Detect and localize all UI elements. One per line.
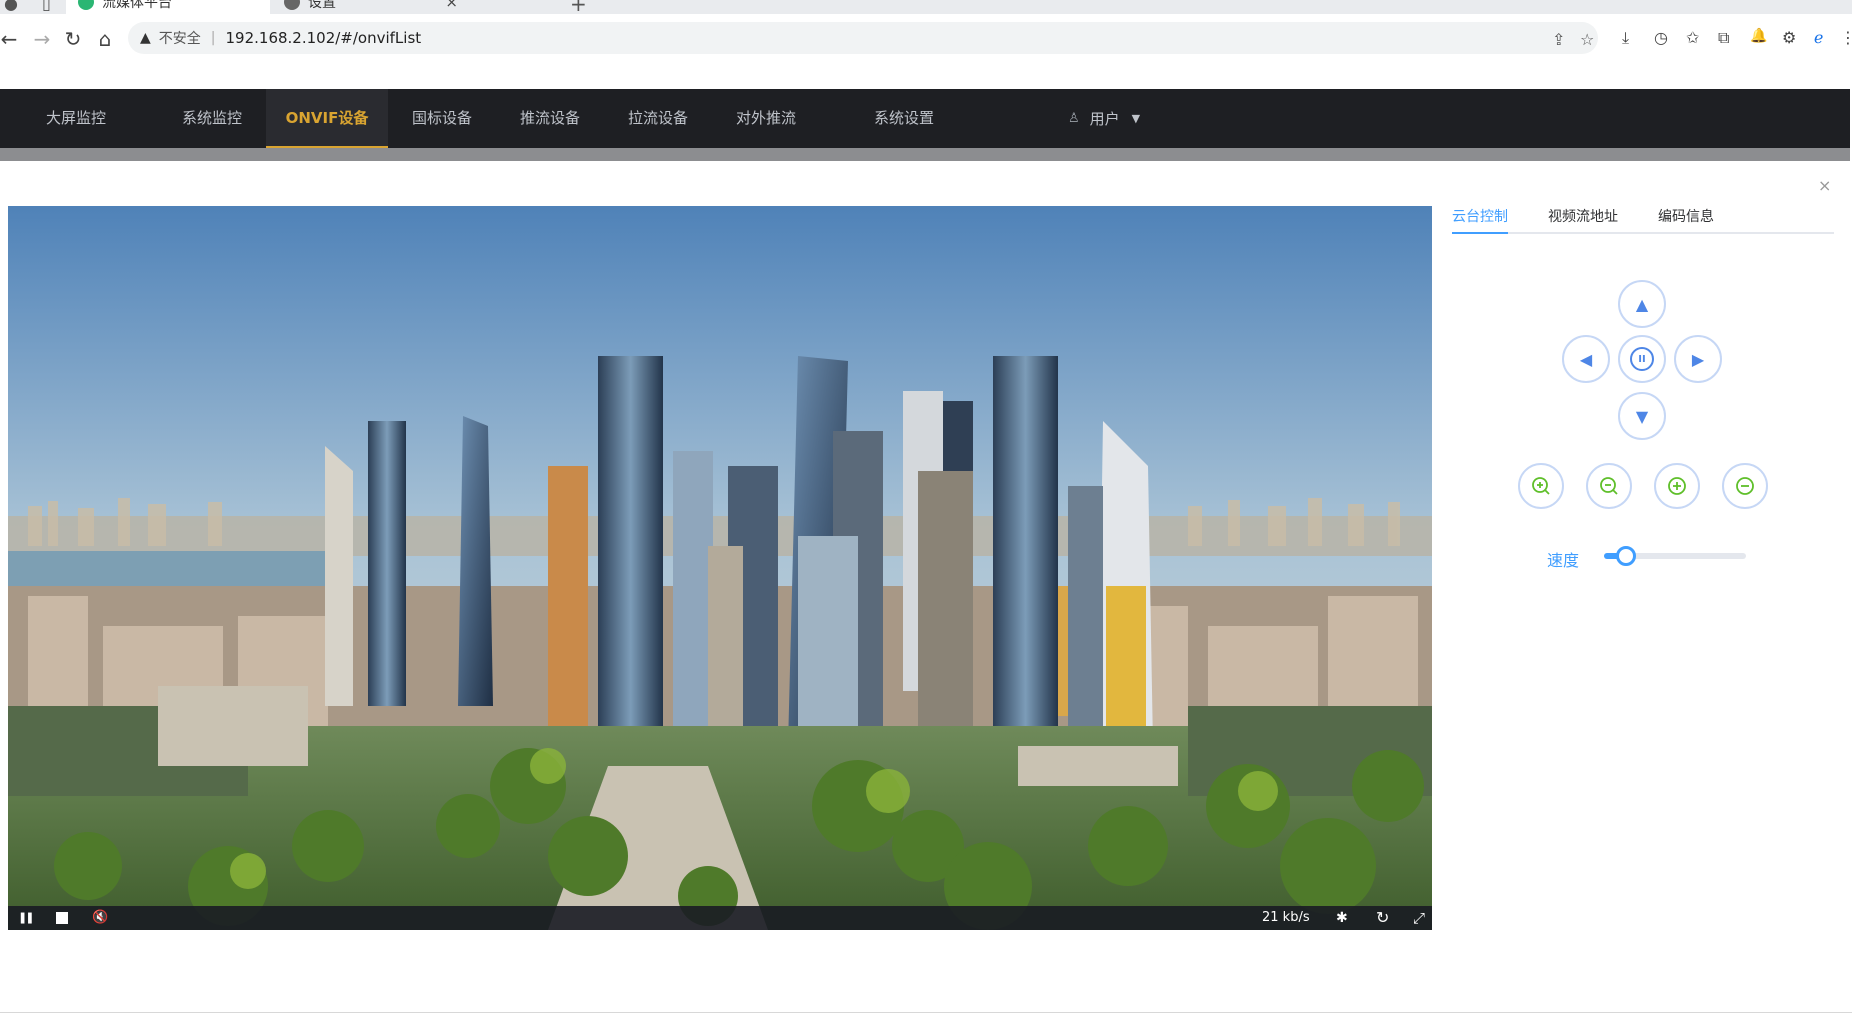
tab-title: 设置 bbox=[308, 0, 336, 11]
extensions-icon[interactable]: ⚙ bbox=[1782, 28, 1796, 47]
zoom-in-button[interactable] bbox=[1518, 463, 1564, 509]
download-icon[interactable]: ⤓ bbox=[1622, 28, 1629, 48]
share-icon[interactable]: ⇪ bbox=[1552, 30, 1565, 49]
forward-icon[interactable]: → bbox=[31, 28, 53, 50]
nav-item-onvif[interactable]: ONVIF设备 bbox=[266, 89, 388, 148]
ptz-stop-button[interactable]: II bbox=[1618, 335, 1666, 383]
focus-plus-button[interactable] bbox=[1654, 463, 1700, 509]
pause-icon[interactable]: ❚❚ bbox=[18, 906, 35, 930]
nav-item-pull-device[interactable]: 拉流设备 bbox=[604, 89, 712, 148]
reload-icon[interactable]: ↻ bbox=[62, 28, 84, 50]
close-icon[interactable]: × bbox=[1818, 176, 1831, 195]
sidebar-toggle-icon[interactable]: ▯ bbox=[42, 0, 51, 12]
player-control-bar: ❚❚ 🔇 21 kb/s ✱ ↻ ⤢ bbox=[8, 906, 1432, 930]
ptz-down-button[interactable]: ▼ bbox=[1618, 392, 1666, 440]
favorite-star-icon[interactable]: ☆ bbox=[1580, 30, 1594, 49]
tab-ptz-control[interactable]: 云台控制 bbox=[1452, 206, 1508, 234]
zoom-in-icon bbox=[1532, 477, 1550, 495]
browser-tab-strip: ● ▯ 流媒体平台 设置 × + bbox=[0, 0, 1852, 14]
app-favicon-icon bbox=[78, 0, 94, 10]
profile-icon[interactable]: ● bbox=[4, 0, 18, 12]
tab-stream-url[interactable]: 视频流地址 bbox=[1548, 206, 1618, 234]
nav-item-big-screen[interactable]: 大屏监控 bbox=[22, 89, 130, 148]
focus-minus-button[interactable] bbox=[1722, 463, 1768, 509]
history-icon[interactable]: ◷ bbox=[1654, 28, 1668, 47]
edge-icon[interactable]: ℯ bbox=[1814, 28, 1823, 47]
ptz-up-button[interactable]: ▲ bbox=[1618, 280, 1666, 328]
ptz-left-button[interactable]: ◀ bbox=[1562, 335, 1610, 383]
main-navigation: 大屏监控 系统监控 ONVIF设备 国标设备 推流设备 拉流设备 对外推流 系统… bbox=[0, 89, 1850, 148]
nav-item-push-device[interactable]: 推流设备 bbox=[496, 89, 604, 148]
panel-tabs: 云台控制 视频流地址 编码信息 bbox=[1452, 202, 1834, 234]
tab-close-icon[interactable]: × bbox=[445, 0, 458, 11]
plus-circle-icon bbox=[1668, 477, 1686, 495]
nav-item-system-settings[interactable]: 系统设置 bbox=[850, 89, 958, 148]
globe-icon bbox=[284, 0, 300, 10]
browser-tab-settings[interactable]: 设置 × bbox=[272, 0, 468, 14]
refresh-icon[interactable]: ↻ bbox=[1376, 906, 1389, 930]
user-menu[interactable]: ♙ 用户 ▼ bbox=[1068, 89, 1140, 148]
notifications-icon[interactable]: 🔔 bbox=[1750, 28, 1767, 44]
omnibox[interactable]: ▲ 不安全 | 192.168.2.102/#/onvifList ⇪ ☆ bbox=[128, 22, 1598, 54]
nav-item-system-monitor[interactable]: 系统监控 bbox=[158, 89, 266, 148]
new-tab-icon[interactable]: + bbox=[570, 0, 587, 14]
header-divider-strip bbox=[0, 148, 1850, 161]
nav-item-external-push[interactable]: 对外推流 bbox=[712, 89, 820, 148]
url-text[interactable]: 192.168.2.102/#/onvifList bbox=[226, 29, 422, 47]
page-bottom-border bbox=[0, 1012, 1852, 1013]
zoom-out-button[interactable] bbox=[1586, 463, 1632, 509]
arrow-down-icon: ▼ bbox=[1635, 406, 1649, 426]
video-player[interactable]: ❚❚ 🔇 21 kb/s ✱ ↻ ⤢ bbox=[8, 206, 1432, 930]
more-menu-icon[interactable]: ⋮ bbox=[1840, 28, 1852, 47]
arrow-left-icon: ◀ bbox=[1579, 349, 1593, 369]
back-icon[interactable]: ← bbox=[0, 28, 20, 50]
speed-slider-handle[interactable] bbox=[1616, 546, 1637, 566]
arrow-up-icon: ▲ bbox=[1635, 294, 1649, 314]
speed-label: 速度 bbox=[1547, 551, 1580, 570]
tab-title: 流媒体平台 bbox=[102, 0, 172, 11]
nav-item-gb-device[interactable]: 国标设备 bbox=[388, 89, 496, 148]
pause-circle-icon: II bbox=[1630, 347, 1654, 371]
screenshot-icon[interactable]: ✱ bbox=[1336, 906, 1348, 930]
zoom-out-icon bbox=[1600, 477, 1618, 495]
ptz-right-button[interactable]: ▶ bbox=[1674, 335, 1722, 383]
arrow-right-icon: ▶ bbox=[1691, 349, 1705, 369]
security-label[interactable]: 不安全 bbox=[159, 28, 201, 48]
minus-circle-icon bbox=[1736, 477, 1754, 495]
fullscreen-icon[interactable]: ⤢ bbox=[1413, 906, 1425, 930]
home-icon[interactable]: ⌂ bbox=[94, 28, 116, 50]
collections-icon[interactable]: ⧉ bbox=[1718, 28, 1729, 48]
chevron-down-icon: ▼ bbox=[1131, 112, 1141, 125]
speed-slider[interactable] bbox=[1604, 546, 1746, 566]
stop-icon[interactable] bbox=[56, 912, 68, 924]
bitrate-readout: 21 kb/s bbox=[1262, 910, 1310, 925]
tab-encoding-info[interactable]: 编码信息 bbox=[1658, 206, 1714, 234]
mute-icon[interactable]: 🔇 bbox=[92, 906, 108, 930]
browser-tab-active[interactable]: 流媒体平台 bbox=[66, 0, 270, 14]
user-label: 用户 bbox=[1089, 110, 1120, 128]
camera-feed-image bbox=[8, 206, 1432, 930]
warning-icon: ▲ bbox=[140, 30, 151, 46]
address-bar-row: ← → ↻ ⌂ ▲ 不安全 | 192.168.2.102/#/onvifLis… bbox=[0, 14, 1852, 62]
favorites-icon[interactable]: ✩ bbox=[1686, 28, 1699, 47]
omnibox-separator: | bbox=[210, 30, 216, 46]
user-icon: ♙ bbox=[1068, 111, 1080, 126]
